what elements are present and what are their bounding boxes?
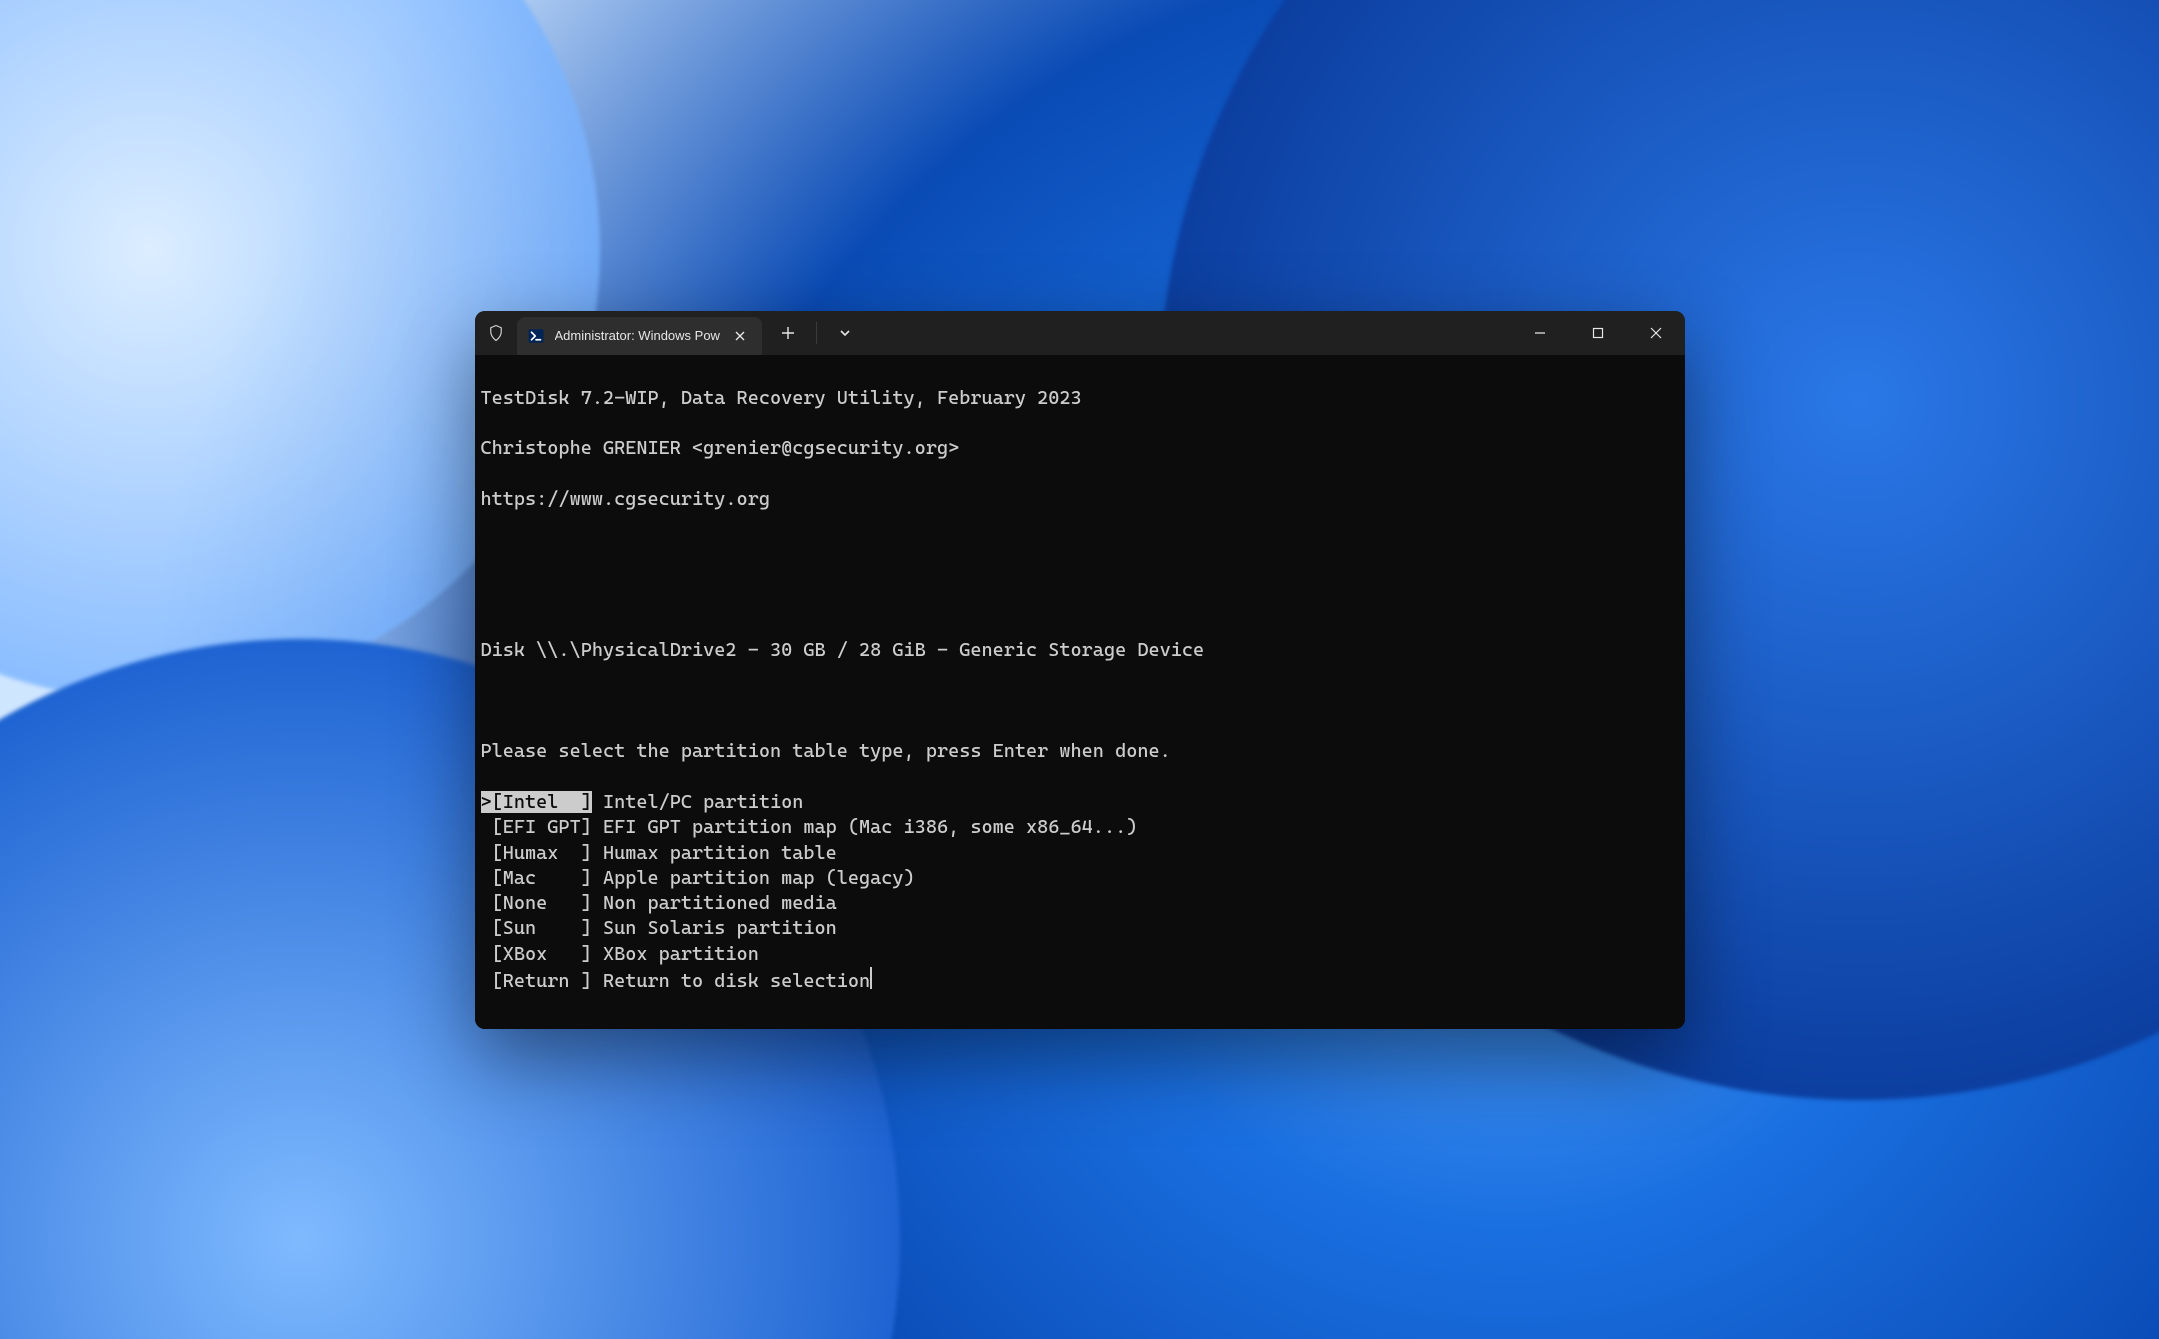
blank-line <box>481 537 1679 562</box>
new-tab-button[interactable] <box>770 315 806 351</box>
divider <box>816 322 817 344</box>
menu-item[interactable]: [Sun ] Sun Solaris partition <box>481 916 1679 941</box>
menu-item[interactable]: [XBox ] XBox partition <box>481 942 1679 967</box>
window-close-button[interactable] <box>1627 311 1685 355</box>
app-author: Christophe GRENIER <grenier@cgsecurity.o… <box>481 436 1679 461</box>
powershell-icon <box>527 327 545 345</box>
admin-shield-icon <box>475 311 517 355</box>
minimize-button[interactable] <box>1511 311 1569 355</box>
partition-type-menu[interactable]: >[Intel ] Intel/PC partition [EFI GPT] E… <box>481 790 1679 994</box>
tabstrip: Administrator: Windows Pow <box>475 311 863 355</box>
app-url: https://www.cgsecurity.org <box>481 487 1679 512</box>
blank-line <box>481 689 1679 714</box>
titlebar-drag-region[interactable] <box>863 311 1511 355</box>
menu-item[interactable]: [None ] Non partitioned media <box>481 891 1679 916</box>
tab-dropdown-button[interactable] <box>827 315 863 351</box>
titlebar[interactable]: Administrator: Windows Pow <box>475 311 1685 355</box>
tab-powershell[interactable]: Administrator: Windows Pow <box>517 317 762 355</box>
menu-item[interactable]: [Mac ] Apple partition map (legacy) <box>481 866 1679 891</box>
window-controls <box>1511 311 1685 355</box>
terminal-viewport[interactable]: TestDisk 7.2-WIP, Data Recovery Utility,… <box>475 355 1685 1029</box>
text-cursor <box>870 967 872 989</box>
blank-line <box>481 1019 1679 1028</box>
menu-item[interactable]: [EFI GPT] EFI GPT partition map (Mac i38… <box>481 815 1679 840</box>
app-header: TestDisk 7.2-WIP, Data Recovery Utility,… <box>481 386 1679 411</box>
tab-close-button[interactable] <box>730 326 750 346</box>
tab-title: Administrator: Windows Pow <box>555 328 720 343</box>
blank-line <box>481 588 1679 613</box>
terminal-window: Administrator: Windows Pow <box>475 311 1685 1029</box>
tabstrip-actions <box>762 311 863 355</box>
disk-line: Disk \\.\PhysicalDrive2 - 30 GB / 28 GiB… <box>481 638 1679 663</box>
maximize-button[interactable] <box>1569 311 1627 355</box>
menu-item[interactable]: [Humax ] Humax partition table <box>481 841 1679 866</box>
menu-item[interactable]: >[Intel ] Intel/PC partition <box>481 790 1679 815</box>
prompt-line: Please select the partition table type, … <box>481 739 1679 764</box>
menu-item[interactable]: [Return ] Return to disk selection <box>481 967 1679 994</box>
